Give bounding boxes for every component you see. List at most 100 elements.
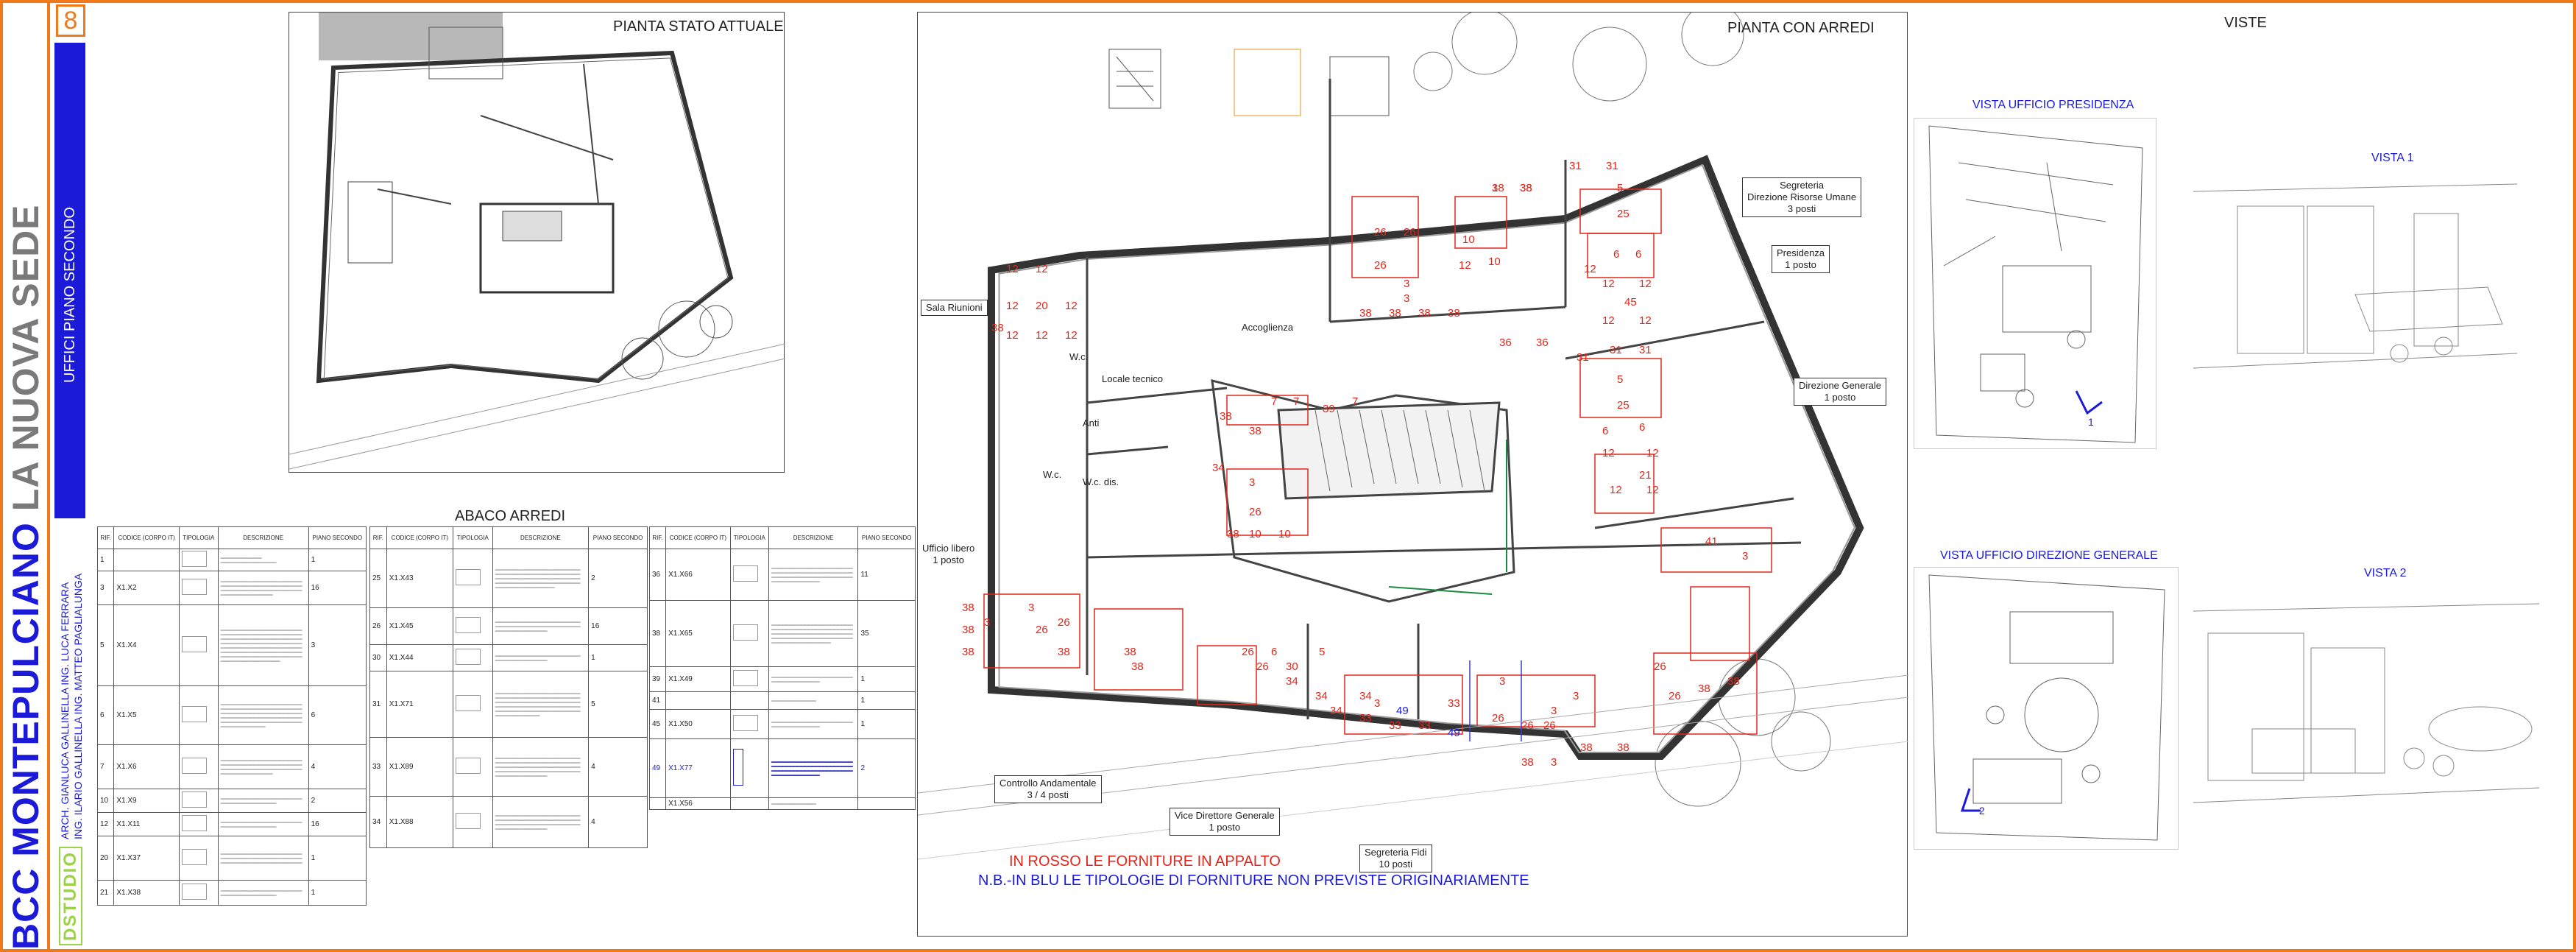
furniture-thumb	[455, 695, 481, 711]
cell-code: X1.X44	[386, 644, 453, 671]
cell-qty: 6	[308, 685, 367, 745]
table-row: 21 X1.X38 ▬▬▬▬▬▬▬▬▬▬▬▬▬▬▬▬▬▬▬▬▬▬ ▬▬▬▬▬▬▬▬▬▬…	[96, 880, 367, 906]
cell-rif: 21	[96, 880, 115, 906]
cell-thumb	[729, 797, 769, 810]
cell-thumb	[452, 671, 493, 738]
cell-rif: 26	[369, 607, 387, 645]
room-label-segreteria-fidi: Segreteria Fidi 10 posti	[1359, 845, 1432, 872]
room-label-presidenza: Presidenza 1 posto	[1772, 245, 1830, 273]
cell-rif: 45	[648, 709, 667, 739]
room-label-locale-tecnico: Locale tecnico	[1097, 372, 1168, 387]
header-code: CODICE (CORPO IT)	[113, 526, 180, 549]
furniture-ref-number: 34	[1286, 675, 1298, 688]
furniture-ref-number: 38	[962, 646, 974, 658]
cell-rif: 3	[96, 571, 115, 605]
room-label-segreteria-risorse: Segreteria Direzione Risorse Umane 3 pos…	[1742, 177, 1862, 217]
furniture-ref-number: 34	[1315, 690, 1328, 702]
furniture-ref-number: 34	[1330, 705, 1342, 717]
header-qty: PIANO SECONDO	[588, 526, 648, 549]
table-row: 30 X1.X44 ▬▬▬▬▬▬▬▬▬▬▬▬▬▬▬▬▬▬▬▬▬▬▬ ▬▬▬▬▬▬▬▬▬…	[369, 644, 648, 671]
abaco-header-row: RIF. CODICE (CORPO IT) TIPOLOGIA DESCRIZ…	[96, 526, 367, 549]
sidebar-divider	[47, 0, 50, 952]
furniture-ref-number: 36	[1536, 336, 1549, 349]
view-vista1-sketch	[2193, 183, 2518, 369]
frame-top	[0, 0, 2576, 3]
cell-desc: ▬▬▬▬▬▬▬▬▬▬▬▬▬▬▬▬▬▬▬▬▬▬▬▬▬▬▬▬▬▬▬▬▬▬▬▬▬▬▬▬…	[492, 796, 590, 848]
cell-qty: 16	[308, 812, 367, 836]
furniture-ref-number: 31	[1577, 351, 1589, 364]
furniture-ref-number: 31	[1610, 344, 1622, 356]
cell-thumb	[178, 744, 219, 789]
cell-desc: ▬▬▬▬▬▬▬▬▬▬▬▬▬▬▬▬▬▬▬▬▬▬▬▬▬▬▬▬▬▬▬▬▬▬▬▬▬	[217, 789, 309, 813]
furniture-ref-number: 3	[1404, 278, 1410, 290]
furniture-ref-number: 3	[1551, 705, 1557, 717]
furniture-ref-number: 38	[1727, 675, 1740, 688]
furniture-ref-number: 12	[1036, 263, 1048, 275]
furniture-thumb	[732, 565, 758, 582]
furniture-ref-number: 38	[1220, 410, 1232, 423]
cell-code: X1.X2	[113, 571, 180, 605]
furniture-ref-number: 12	[1065, 300, 1078, 312]
furniture-ref-number: 38	[991, 322, 1004, 334]
cell-rif: 31	[369, 671, 387, 738]
furniture-ref-number: 25	[1617, 399, 1630, 412]
cell-rif: 33	[369, 737, 387, 797]
cell-code: X1.X89	[386, 737, 453, 797]
view-vista1-image	[2193, 162, 2518, 398]
furniture-thumb	[732, 715, 758, 731]
furniture-thumb	[732, 670, 758, 686]
cell-qty: 4	[588, 796, 648, 848]
note-red-forniture: IN ROSSO LE FORNITURE IN APPALTO	[1009, 853, 1281, 870]
abaco-table-3: RIF. CODICE (CORPO IT) TIPOLOGIA DESCRIZ…	[648, 526, 916, 810]
header-tipologia: TIPOLOGIA	[729, 526, 769, 549]
cell-rif: 7	[96, 744, 115, 789]
authors-line2: ING. ILARIO GALLINELLA ING. MATTEO PAGLI…	[72, 573, 84, 839]
view-title-vista2: VISTA 2	[2364, 567, 2407, 579]
furniture-ref-number: 6	[1602, 425, 1609, 437]
furniture-ref-number: 38	[1359, 307, 1372, 320]
cell-code: X1.X56	[665, 797, 731, 810]
furniture-ref-number: 7	[1352, 395, 1359, 408]
furniture-ref-number: 12	[1602, 447, 1615, 459]
cell-qty: 35	[857, 600, 916, 667]
cell-desc: ▬▬▬▬▬▬▬▬▬▬▬▬▬▬▬▬▬▬▬▬▬▬▬▬▬▬▬▬▬▬▬▬▬▬▬▬▬	[217, 880, 309, 906]
cell-rif: 5	[96, 604, 115, 686]
furniture-ref-number: 38	[1580, 741, 1593, 754]
furniture-ref-number: 25	[1617, 208, 1630, 220]
table-row: 33 X1.X89 ▬▬▬▬▬▬▬▬▬▬▬▬▬▬▬▬▬▬▬▬▬▬▬ ▬▬▬▬▬▬▬▬▬…	[369, 737, 648, 797]
room-label-anti: Anti	[1083, 417, 1100, 429]
furniture-ref-number: 26	[1654, 660, 1666, 673]
cell-desc: ▬▬▬▬▬▬▬▬▬▬▬▬▬▬▬▬▬▬▬▬▬▬▬▬▬▬▬▬▬▬▬▬▬▬▬▬▬▬▬▬…	[217, 744, 309, 789]
cell-rif: 25	[369, 549, 387, 608]
furniture-ref-number: 6	[1271, 646, 1278, 658]
cell-qty: 3	[308, 604, 367, 686]
furniture-ref-number: 12	[1036, 329, 1048, 342]
furniture-ref-number: 49	[1396, 705, 1409, 717]
cell-thumb	[452, 796, 493, 848]
cell-code: X1.X45	[386, 607, 453, 645]
cell-code: X1.X49	[665, 666, 731, 692]
furniture-thumb	[455, 569, 481, 585]
header-descrizione: DESCRIZIONE	[217, 526, 309, 549]
cell-code: X1.X66	[665, 549, 731, 601]
cell-code	[113, 549, 180, 571]
furniture-ref-number: 3	[1374, 697, 1381, 710]
view-title-presidenza: VISTA UFFICIO PRESIDENZA	[1972, 99, 2134, 111]
furniture-ref-number: 38	[1492, 182, 1504, 194]
furniture-ref-number: 26	[1249, 506, 1262, 518]
cell-thumb	[452, 644, 493, 671]
view-direzione-image: 2	[1914, 567, 2179, 850]
furniture-ref-number: 45	[1624, 296, 1637, 308]
view-direzione-sketch	[1928, 574, 2165, 841]
furniture-ref-number: 12	[1610, 484, 1622, 496]
header-code: CODICE (CORPO IT)	[665, 526, 731, 549]
furniture-ref-number: 31	[1606, 160, 1618, 172]
header-descrizione: DESCRIZIONE	[492, 526, 590, 549]
header-tipologia: TIPOLOGIA	[452, 526, 493, 549]
furniture-ref-number: 33	[1418, 719, 1431, 732]
furniture-ref-number: 26	[1374, 226, 1387, 239]
furniture-thumb	[181, 815, 207, 831]
furniture-ref-number: 26	[1058, 616, 1070, 629]
cell-code: X1.X38	[113, 880, 180, 906]
cell-rif	[648, 797, 667, 810]
